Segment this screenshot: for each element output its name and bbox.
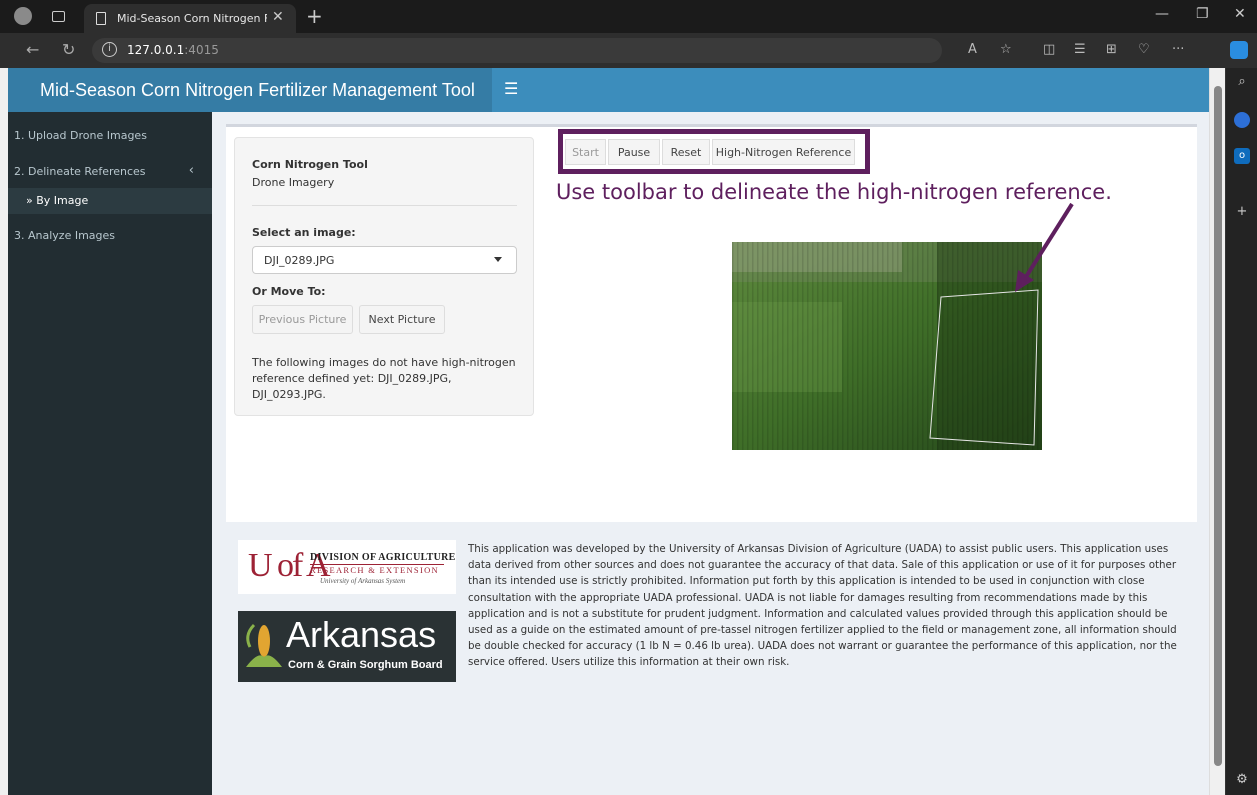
reset-button[interactable]: Reset (662, 139, 710, 165)
image-select[interactable]: DJI_0289.JPG (252, 246, 517, 274)
page-icon (96, 12, 106, 25)
disclaimer-text: This application was developed by the Un… (468, 543, 1177, 669)
start-button[interactable]: Start (565, 139, 606, 165)
navbar: ☰ (492, 68, 1209, 112)
copilot-icon[interactable] (1230, 41, 1248, 59)
new-tab-icon[interactable]: + (306, 4, 323, 28)
move-to-label: Or Move To: (252, 285, 326, 298)
site-info-icon[interactable]: i (102, 42, 117, 57)
minimize-icon[interactable]: — (1155, 6, 1169, 22)
sidebar-toggle-icon[interactable]: ☰ (504, 79, 518, 98)
profile-icon[interactable] (14, 7, 32, 25)
sidebar-subitem-by-image[interactable]: » By Image (8, 188, 212, 214)
footer: U of A DIVISION OF AGRICULTURE RESEARCH … (226, 522, 1197, 795)
health-icon[interactable]: ♡ (1138, 42, 1150, 57)
pause-button[interactable]: Pause (608, 139, 660, 165)
scrollbar-thumb[interactable] (1214, 86, 1222, 766)
copilot-sidebar-icon[interactable] (1234, 112, 1250, 128)
url-text: 127.0.0.1:4015 (127, 43, 219, 57)
divider (252, 205, 517, 206)
arkansas-corn-board-logo: Arkansas Corn & Grain Sorghum Board (238, 611, 456, 682)
chevron-left-icon: ‹ (188, 163, 194, 178)
close-window-icon[interactable]: ✕ (1234, 6, 1246, 22)
search-icon[interactable]: ⌕ (1234, 74, 1250, 90)
close-tab-icon[interactable]: ✕ (272, 9, 284, 25)
read-aloud-icon[interactable]: A (968, 42, 977, 57)
browser-tab[interactable]: Mid-Season Corn Nitrogen Fertili ✕ (84, 4, 296, 33)
drone-image[interactable] (732, 242, 1042, 450)
content-area: Corn Nitrogen Tool Drone Imagery Select … (212, 112, 1209, 795)
uada-logo-line2: RESEARCH & EXTENSION (310, 565, 439, 575)
uada-logo-line1: DIVISION OF AGRICULTURE (310, 552, 456, 563)
favorites-icon[interactable]: ☰ (1074, 42, 1086, 57)
panel-subtitle: Drone Imagery (252, 176, 335, 189)
arkansas-logo-subtext: Corn & Grain Sorghum Board (288, 659, 443, 671)
selected-image-value: DJI_0289.JPG (264, 254, 335, 267)
collections-icon[interactable]: ⊞ (1106, 42, 1117, 57)
sidebar-item-label: 3. Analyze Images (14, 229, 116, 242)
sidebar-item-label: 1. Upload Drone Images (14, 129, 147, 142)
outlook-icon[interactable]: o (1234, 148, 1250, 164)
split-screen-icon[interactable]: ◫ (1043, 42, 1055, 57)
uada-logo: U of A DIVISION OF AGRICULTURE RESEARCH … (238, 540, 456, 594)
url-field[interactable]: i 127.0.0.1:4015 (92, 38, 942, 63)
double-chevron-icon: » (26, 194, 33, 207)
drawing-toolbar: Start Pause Reset High-Nitrogen Referenc… (558, 129, 870, 174)
sidebar-subitem-label: By Image (36, 194, 89, 207)
add-icon[interactable]: + (1234, 204, 1250, 220)
more-icon[interactable]: ··· (1172, 42, 1184, 57)
tab-actions-icon[interactable] (52, 11, 65, 22)
uada-logo-line3: University of Arkansas System (320, 577, 406, 585)
browser-sidebar: ⌕ o + ⚙ (1225, 68, 1257, 795)
browser-tab-bar: Mid-Season Corn Nitrogen Fertili ✕ + — ❐… (0, 0, 1257, 33)
main-box: Corn Nitrogen Tool Drone Imagery Select … (226, 124, 1197, 522)
corn-icon (246, 623, 282, 667)
tab-title: Mid-Season Corn Nitrogen Fertili (117, 12, 267, 25)
sidebar-item-delineate[interactable]: 2. Delineate References ‹ (8, 156, 212, 188)
sidebar-item-analyze[interactable]: 3. Analyze Images (8, 220, 212, 252)
back-icon[interactable]: ← (26, 40, 39, 59)
sidebar: 1. Upload Drone Images 2. Delineate Refe… (8, 112, 212, 795)
gear-icon[interactable]: ⚙ (1234, 772, 1250, 788)
page-scrollbar[interactable] (1209, 68, 1225, 795)
high-nitrogen-reference-button[interactable]: High-Nitrogen Reference (712, 139, 855, 165)
panel-title: Corn Nitrogen Tool (252, 158, 368, 171)
favorite-star-icon[interactable]: ☆ (1000, 42, 1012, 57)
control-panel: Corn Nitrogen Tool Drone Imagery Select … (234, 137, 534, 416)
app-header: Mid-Season Corn Nitrogen Fertilizer Mana… (8, 68, 1209, 112)
refresh-icon[interactable]: ↻ (62, 40, 75, 59)
previous-picture-button[interactable]: Previous Picture (252, 305, 353, 334)
instruction-text: Use toolbar to delineate the high-nitrog… (556, 180, 1112, 204)
sidebar-item-upload[interactable]: 1. Upload Drone Images (8, 120, 212, 152)
sidebar-item-label: 2. Delineate References (14, 165, 146, 178)
missing-reference-note: The following images do not have high-ni… (252, 356, 516, 401)
drone-image-canvas (732, 242, 1042, 450)
address-bar-row: ← ↻ i 127.0.0.1:4015 A ☆ ◫ ☰ ⊞ ♡ ··· (0, 33, 1257, 68)
arkansas-logo-text: Arkansas (286, 614, 437, 655)
next-picture-button[interactable]: Next Picture (359, 305, 445, 334)
caret-down-icon (494, 257, 502, 262)
select-image-label: Select an image: (252, 226, 356, 239)
app-title: Mid-Season Corn Nitrogen Fertilizer Mana… (8, 68, 492, 112)
restore-icon[interactable]: ❐ (1196, 6, 1209, 22)
